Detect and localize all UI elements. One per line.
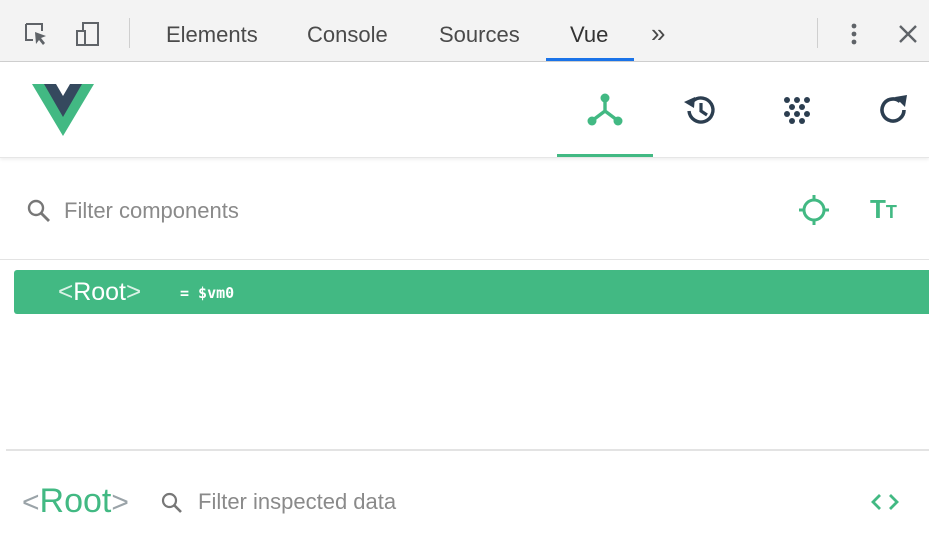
format-names-icon: TT [870,194,897,224]
inspector-header: <Root> [0,451,929,548]
tree-row-root[interactable]: <Root> = $vm0 [14,270,929,314]
inspected-component-title: <Root> [22,482,129,520]
more-tabs-icon[interactable]: » [651,19,665,47]
search-icon [27,199,50,222]
device-toolbar-icon[interactable] [74,20,102,48]
devtools-tab-bar: Elements Console Sources Vue » [0,0,929,62]
tab-vue[interactable]: Vue [570,21,608,49]
history-icon [684,96,715,124]
header-active-indicator [557,154,653,157]
vm-reference: = $vm0 [180,284,235,302]
filter-inspected-data-input[interactable] [198,485,698,519]
vue-devtools-header [0,62,929,158]
tab-sources[interactable]: Sources [439,21,520,49]
tab-console[interactable]: Console [307,21,388,49]
toolbar-separator [129,18,130,48]
vue-logo-icon [32,84,94,136]
component-name: Root [73,278,126,306]
refresh-button[interactable] [845,62,929,158]
kebab-menu-icon[interactable] [840,20,868,48]
history-tab-button[interactable] [652,62,748,158]
toolbar-separator [817,18,818,48]
active-tab-indicator [546,58,634,61]
component-tag: <Root> [58,276,142,306]
code-view-icon[interactable] [868,489,902,515]
close-icon[interactable] [894,20,922,48]
vuex-tab-button[interactable] [749,62,845,158]
vue-devtools-window: Elements Console Sources Vue » Filter co… [0,0,929,548]
crosshair-icon[interactable] [796,192,832,228]
inspect-element-icon[interactable] [22,20,50,48]
component-filter-bar: TT [0,160,929,260]
refresh-icon [880,95,907,123]
vuex-icon [784,97,810,124]
format-names-button[interactable]: TT [870,192,910,228]
search-icon [161,492,182,513]
components-tab-button[interactable] [557,62,653,158]
tab-elements[interactable]: Elements [166,21,258,49]
filter-components-input[interactable] [64,194,664,228]
component-tree-icon [587,93,623,126]
